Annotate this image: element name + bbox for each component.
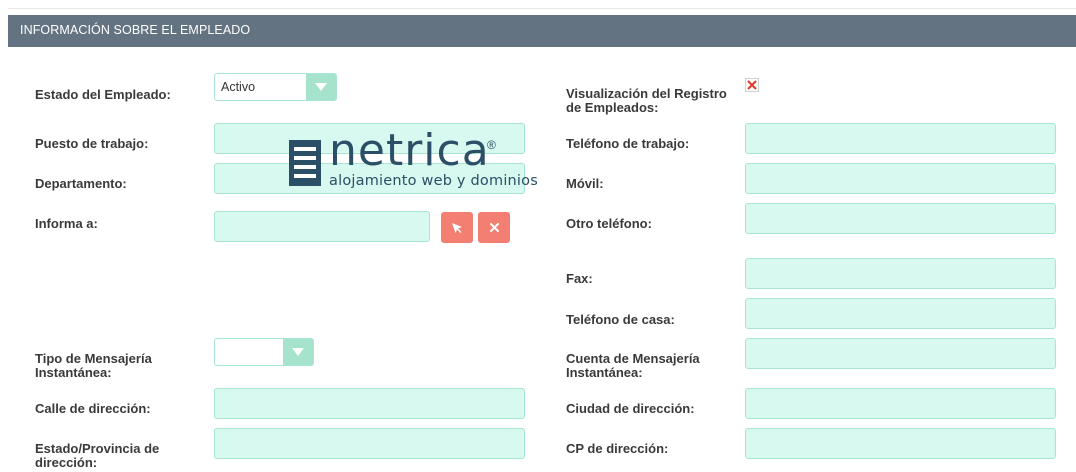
telefono-casa-input[interactable] [745, 298, 1056, 329]
cursor-arrow-icon [452, 222, 462, 233]
brand-name: netrica [329, 125, 490, 176]
fax-input[interactable] [745, 258, 1056, 289]
informa-a-input[interactable] [214, 211, 430, 242]
calle-input[interactable] [214, 388, 525, 419]
label-estado-provincia: Estado/Provincia de dirección: [35, 441, 160, 470]
label-tipo-mensajeria: Tipo de Mensajería Instantánea: [35, 351, 152, 380]
panel-title: INFORMACIÓN SOBRE EL EMPLEADO [20, 23, 251, 37]
caret-down-icon[interactable] [306, 74, 336, 100]
netrica-watermark: netrica ® alojamiento web y dominios [289, 126, 538, 192]
server-stack-icon [289, 140, 321, 186]
label-calle: Calle de dirección: [35, 401, 151, 416]
label-telefono-trabajo: Teléfono de trabajo: [566, 136, 690, 151]
ciudad-input[interactable] [745, 388, 1056, 419]
red-x-icon [747, 80, 757, 90]
label-cuenta-mensajeria: Cuenta de Mensajería Instantánea: [566, 351, 700, 380]
estado-empleado-select[interactable]: Activo [214, 73, 337, 101]
clear-informa-a-button[interactable] [478, 212, 510, 243]
estado-provincia-input[interactable] [214, 428, 525, 459]
label-ciudad: Ciudad de dirección: [566, 401, 695, 416]
cuenta-mensajeria-input[interactable] [745, 338, 1056, 369]
label-telefono-casa: Teléfono de casa: [566, 312, 675, 327]
caret-down-icon[interactable] [283, 339, 313, 365]
estado-empleado-value: Activo [221, 80, 256, 94]
label-informa-a: Informa a: [35, 216, 98, 231]
cp-input[interactable] [745, 428, 1056, 459]
visualizacion-registro-checkbox[interactable] [745, 78, 759, 92]
label-departamento: Departamento: [35, 176, 127, 191]
tipo-mensajeria-select[interactable] [214, 338, 314, 366]
select-informa-a-button[interactable] [441, 212, 473, 243]
label-fax: Fax: [566, 271, 593, 286]
otro-telefono-input[interactable] [745, 203, 1056, 234]
registered-mark: ® [487, 138, 496, 152]
label-estado-empleado: Estado del Empleado: [35, 87, 171, 102]
label-cp: CP de dirección: [566, 441, 669, 456]
brand-tagline: alojamiento web y dominios [329, 173, 538, 189]
label-puesto: Puesto de trabajo: [35, 136, 149, 151]
movil-input[interactable] [745, 163, 1056, 194]
label-otro-telefono: Otro teléfono: [566, 216, 652, 231]
telefono-trabajo-input[interactable] [745, 123, 1056, 154]
label-movil: Móvil: [566, 176, 604, 191]
panel-header[interactable]: INFORMACIÓN SOBRE EL EMPLEADO [8, 15, 1076, 47]
top-divider [8, 8, 1076, 9]
close-icon [489, 223, 499, 232]
label-visualizacion-registro: Visualización del Registro de Empleados: [566, 86, 727, 115]
